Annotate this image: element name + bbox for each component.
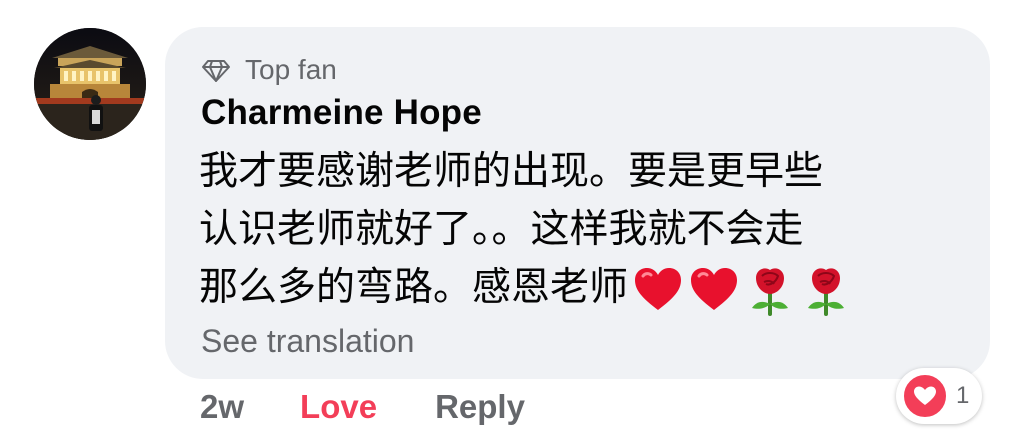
reaction-count: 1	[956, 382, 970, 409]
rose-icon	[808, 267, 845, 316]
reply-button[interactable]: Reply	[435, 388, 525, 426]
comment-text-line: 我才要感谢老师的出现。要是更早些	[199, 149, 824, 194]
comment: Top fan Charmeine Hope 我才要感谢老师的出现。要是更早些 …	[0, 0, 1024, 444]
avatar[interactable]	[34, 28, 146, 140]
badge-label: Top fan	[245, 54, 337, 85]
comment-bubble: Top fan Charmeine Hope 我才要感谢老师的出现。要是更早些 …	[165, 27, 990, 379]
reaction-summary[interactable]: 1	[896, 368, 982, 424]
timestamp[interactable]: 2w	[200, 388, 244, 426]
comment-text-line: 那么多的弯路。感恩老师	[199, 265, 629, 310]
red-heart-icon	[635, 267, 682, 310]
heart-reaction-icon	[902, 373, 948, 419]
comment-text-line: 认识老师就好了。。这样我就不会走	[199, 207, 804, 252]
author-name[interactable]: Charmeine Hope	[201, 93, 482, 133]
red-heart-icon	[691, 267, 738, 310]
comment-text-last-line: 那么多的弯路。感恩老师	[199, 259, 959, 317]
comment-actions: 2w Love Reply	[200, 388, 525, 426]
top-fan-badge: Top fan	[201, 53, 337, 87]
rose-icon	[752, 267, 789, 316]
comment-text: 我才要感谢老师的出现。要是更早些 认识老师就好了。。这样我就不会走 那么多的弯路…	[199, 143, 959, 317]
love-button[interactable]: Love	[300, 388, 377, 426]
see-translation-link[interactable]: See translation	[201, 323, 414, 360]
diamond-icon	[202, 60, 230, 82]
